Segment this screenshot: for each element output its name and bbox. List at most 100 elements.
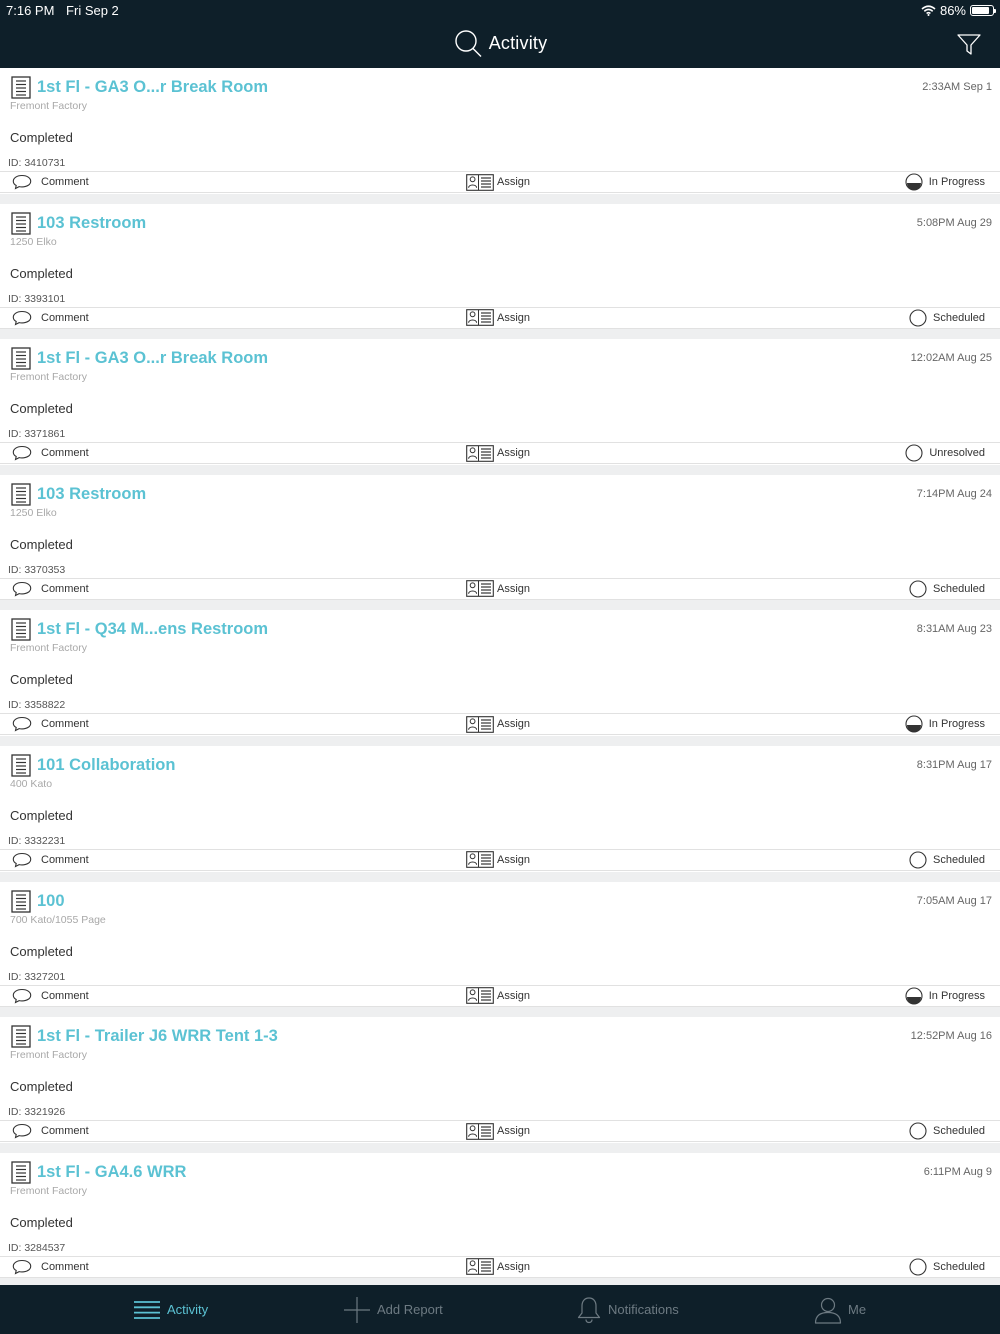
assign-label: Assign [497, 447, 531, 460]
activity-title[interactable]: 100 [37, 892, 65, 911]
activity-id: ID: 3321926 [8, 1106, 66, 1119]
tab-add-report[interactable]: Add Report [343, 1285, 443, 1334]
activity-status: Completed [10, 536, 73, 552]
comment-icon [12, 581, 32, 597]
state-button[interactable]: Scheduled [909, 850, 985, 870]
state-button[interactable]: Unresolved [905, 443, 985, 463]
comment-label: Comment [41, 176, 89, 188]
assign-label: Assign [497, 311, 531, 324]
activity-status: Completed [10, 265, 73, 281]
activity-card[interactable]: 1st Fl - Trailer J6 WRR Tent 1-3 12:52PM… [0, 1017, 1000, 1153]
page-title: Activity [488, 32, 548, 53]
tab-notifications-label: Notifications [608, 1302, 679, 1317]
comment-button[interactable]: Comment [12, 714, 89, 734]
activity-title[interactable]: 103 Restroom [37, 214, 146, 233]
comment-button[interactable]: Comment [12, 1121, 89, 1141]
assign-button[interactable]: Assign [466, 1257, 530, 1277]
activity-status: Completed [10, 1214, 73, 1230]
state-button[interactable]: Scheduled [909, 308, 985, 328]
state-button[interactable]: Scheduled [909, 1121, 985, 1141]
tab-me[interactable]: Me [814, 1285, 866, 1334]
assign-button[interactable]: Assign [466, 579, 530, 599]
comment-label: Comment [41, 718, 89, 731]
document-icon [11, 347, 31, 370]
assign-label: Assign [497, 582, 531, 595]
comment-button[interactable]: Comment [12, 443, 89, 463]
comment-button[interactable]: Comment [12, 172, 89, 192]
activity-title[interactable]: 1st Fl - Q34 M...ens Restroom [37, 620, 268, 639]
card-separator [0, 464, 1000, 475]
activity-id: ID: 3410731 [8, 157, 66, 169]
comment-icon [12, 1124, 32, 1139]
assign-button[interactable]: Assign [466, 986, 530, 1006]
activity-id: ID: 3371861 [8, 428, 66, 441]
activity-actions: Comment Assign [0, 171, 1000, 193]
assign-icon [466, 444, 494, 462]
filter-icon[interactable] [956, 31, 982, 57]
activity-actions: Comment Assign [0, 577, 1000, 600]
battery-fill [972, 7, 990, 14]
tab-activity-label: Activity [167, 1302, 209, 1317]
assign-button[interactable]: Assign [466, 714, 530, 734]
activity-card[interactable]: 1st Fl - GA3 O...r Break Room 2:33AM Sep… [0, 68, 1000, 204]
comment-button[interactable]: Comment [12, 579, 89, 599]
wifi-icon [921, 5, 936, 16]
activity-card[interactable]: 103 Restroom 5:08PM Aug 29 1250 Elko Com… [0, 203, 1000, 340]
activity-location: Fremont Factory [10, 1049, 88, 1062]
state-button[interactable]: Scheduled [909, 579, 985, 599]
activity-card[interactable]: 100 7:05AM Aug 17 700 Kato/1055 Page Com… [0, 881, 1000, 1018]
comment-button[interactable]: Comment [12, 850, 89, 870]
status-date: Fri Sep 2 [66, 3, 119, 18]
state-circle-icon [905, 715, 923, 733]
state-label: Scheduled [933, 311, 985, 324]
comment-button[interactable]: Comment [12, 986, 89, 1006]
activity-timestamp: 2:33AM Sep 1 [922, 81, 992, 93]
activity-title[interactable]: 1st Fl - GA4.6 WRR [37, 1163, 186, 1182]
activity-id: ID: 3358822 [8, 699, 66, 712]
comment-icon [12, 852, 32, 868]
activity-status: Completed [10, 130, 73, 145]
activity-status: Completed [10, 1079, 73, 1095]
comment-label: Comment [41, 447, 89, 460]
status-time: 7:16 PM [6, 3, 55, 18]
state-button[interactable]: Scheduled [909, 1257, 985, 1277]
activity-actions: Comment Assign [0, 848, 1000, 871]
activity-timestamp: 12:52PM Aug 16 [910, 1030, 992, 1043]
state-label: Scheduled [933, 1125, 985, 1138]
state-label: In Progress [928, 718, 985, 731]
activity-title[interactable]: 1st Fl - GA3 O...r Break Room [37, 78, 268, 97]
assign-label: Assign [497, 1260, 531, 1273]
activity-actions: Comment Assign [0, 1255, 1000, 1278]
assign-button[interactable]: Assign [466, 308, 530, 328]
activity-card[interactable]: 103 Restroom 7:14PM Aug 24 1250 Elko Com… [0, 474, 1000, 611]
assign-button[interactable]: Assign [466, 443, 530, 463]
activity-card[interactable]: 1st Fl - GA4.6 WRR 6:11PM Aug 9 Fremont … [0, 1152, 1000, 1284]
activity-title[interactable]: 1st Fl - Trailer J6 WRR Tent 1-3 [37, 1027, 278, 1046]
activity-title[interactable]: 1st Fl - GA3 O...r Break Room [37, 349, 268, 368]
activity-location: 400 Kato [10, 777, 53, 790]
tab-bar: Activity Add Report Notifications Me [0, 1285, 1000, 1334]
activity-list[interactable]: 1st Fl - GA3 O...r Break Room 2:33AM Sep… [0, 68, 1000, 1284]
assign-button[interactable]: Assign [466, 850, 530, 870]
state-button[interactable]: In Progress [905, 986, 985, 1006]
assign-button[interactable]: Assign [466, 172, 530, 192]
comment-button[interactable]: Comment [12, 1257, 89, 1277]
assign-icon [466, 1122, 494, 1140]
state-circle-icon [905, 173, 923, 191]
state-button[interactable]: In Progress [905, 172, 985, 192]
tab-activity[interactable]: Activity [133, 1285, 208, 1334]
assign-button[interactable]: Assign [466, 1121, 530, 1141]
activity-card[interactable]: 1st Fl - Q34 M...ens Restroom 8:31AM Aug… [0, 610, 1000, 746]
activity-card[interactable]: 1st Fl - GA3 O...r Break Room 12:02AM Au… [0, 339, 1000, 475]
activity-location: 700 Kato/1055 Page [10, 913, 106, 926]
activity-title[interactable]: 103 Restroom [37, 485, 146, 504]
search-icon[interactable] [453, 28, 483, 58]
activity-title[interactable]: 101 Collaboration [37, 756, 175, 775]
activity-location: Fremont Factory [10, 371, 88, 384]
tab-notifications[interactable]: Notifications [576, 1285, 679, 1334]
state-button[interactable]: In Progress [905, 714, 985, 734]
state-label: In Progress [928, 989, 985, 1002]
activity-card[interactable]: 101 Collaboration 8:31PM Aug 17 400 Kato… [0, 745, 1000, 882]
comment-button[interactable]: Comment [12, 308, 89, 328]
bell-icon [577, 1296, 601, 1323]
